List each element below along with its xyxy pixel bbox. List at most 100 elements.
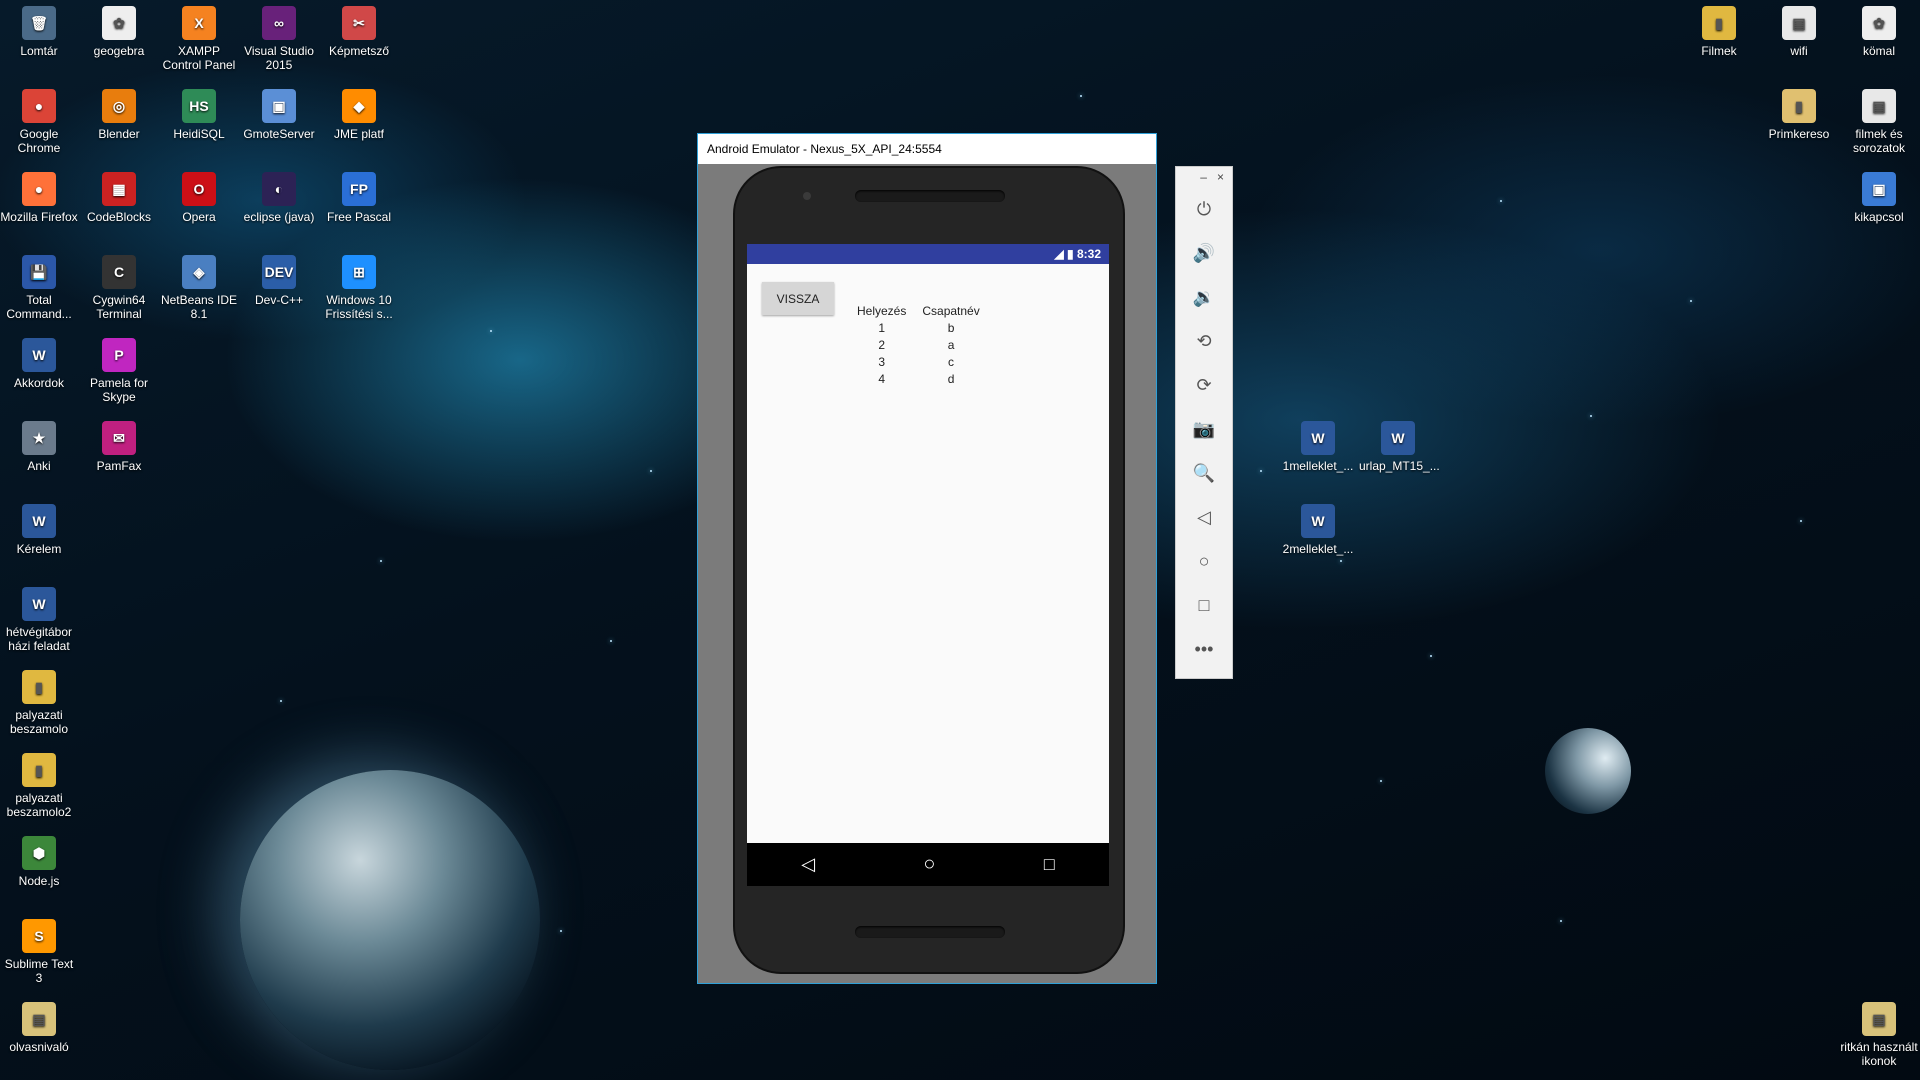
- desktop-icon-label: urlap_MT15_...: [1359, 459, 1440, 473]
- desktop-icon[interactable]: ∞ Visual Studio 2015: [240, 0, 318, 72]
- desktop-icon-label: Kérelem: [16, 542, 62, 556]
- volume-down-icon[interactable]: 🔉: [1176, 275, 1232, 319]
- desktop-icon[interactable]: 💾 Total Command...: [0, 249, 78, 321]
- desktop-icon[interactable]: ✿ geogebra: [80, 0, 158, 58]
- desktop-icon[interactable]: X XAMPP Control Panel: [160, 0, 238, 72]
- desktop-icon-image: S: [22, 919, 56, 953]
- table-row: 3c: [849, 353, 988, 370]
- desktop-icon[interactable]: C Cygwin64 Terminal: [80, 249, 158, 321]
- desktop-icon[interactable]: ◈ NetBeans IDE 8.1: [160, 249, 238, 321]
- close-button[interactable]: ×: [1217, 167, 1224, 187]
- camera-icon[interactable]: 📷: [1176, 407, 1232, 451]
- overview-icon[interactable]: □: [1176, 583, 1232, 627]
- emulator-window[interactable]: Android Emulator - Nexus_5X_API_24:5554 …: [697, 133, 1157, 984]
- rotate-right-icon[interactable]: ⟳: [1176, 363, 1232, 407]
- power-icon[interactable]: ⏻: [1176, 187, 1232, 231]
- desktop-icon[interactable]: Whétvégitábor házi feladat: [0, 581, 78, 653]
- emulator-toolbar: – × ⏻ 🔊 🔉 ⟲ ⟳ 📷 🔍 ◁ ○ □ •••: [1175, 166, 1233, 679]
- desktop-icon[interactable]: W 1melleklet_...: [1279, 415, 1357, 473]
- signal-icon: ◢: [1054, 247, 1064, 261]
- home-icon[interactable]: ○: [1176, 539, 1232, 583]
- desktop-icon[interactable]: ▮ Filmek: [1680, 0, 1758, 58]
- desktop-icon-label: 1melleklet_...: [1282, 459, 1354, 473]
- nav-recents-icon[interactable]: □: [1044, 854, 1055, 875]
- desktop-icon[interactable]: ◐ eclipse (java): [240, 166, 318, 224]
- desktop-icon-label: Visual Studio 2015: [244, 44, 314, 72]
- desktop-icon[interactable]: HS HeidiSQL: [160, 83, 238, 141]
- desktop-icon[interactable]: DEV Dev-C++: [240, 249, 318, 307]
- desktop-icon[interactable]: ✂ Képmetsző: [320, 0, 398, 58]
- desktop-icon-label: Lomtár: [20, 44, 58, 58]
- desktop-icon-image: ✂: [342, 6, 376, 40]
- desktop-icon[interactable]: W Kérelem: [0, 498, 78, 556]
- vissza-button[interactable]: VISSZA: [762, 282, 834, 315]
- desktop-icon[interactable]: ◎ Blender: [80, 83, 158, 141]
- desktop-icon[interactable]: ⬢ Node.js: [0, 830, 78, 888]
- desktop-icon-label: Opera: [182, 210, 216, 224]
- android-nav-bar: ◁ ○ □: [747, 843, 1109, 886]
- desktop-icon[interactable]: ▤ ritkán használt ikonok: [1840, 996, 1918, 1068]
- volume-up-icon[interactable]: 🔊: [1176, 231, 1232, 275]
- desktop-icon[interactable]: ★ Anki: [0, 415, 78, 473]
- minimize-button[interactable]: –: [1200, 167, 1207, 187]
- desktop-icon[interactable]: FP Free Pascal: [320, 166, 398, 224]
- phone-screen[interactable]: ◢ ▮ 8:32 VISSZA Helyezés Csapatnév 1b 2a…: [747, 244, 1109, 886]
- desktop-icon[interactable]: W 2melleklet_...: [1279, 498, 1357, 556]
- desktop-icon-image: W: [1381, 421, 1415, 455]
- desktop-icon-image: W: [22, 587, 56, 621]
- more-icon[interactable]: •••: [1176, 627, 1232, 671]
- desktop-icon[interactable]: ✿ kömal: [1840, 0, 1918, 58]
- desktop-icon[interactable]: Wurlap_MT15_...: [1359, 415, 1440, 473]
- zoom-icon[interactable]: 🔍: [1176, 451, 1232, 495]
- emulator-title-bar[interactable]: Android Emulator - Nexus_5X_API_24:5554: [698, 134, 1156, 164]
- desktop-icon[interactable]: ▮ Primkereso: [1760, 83, 1838, 141]
- desktop-icon-image: 💾: [22, 255, 56, 289]
- desktop-icon-image: W: [1301, 504, 1335, 538]
- desktop-icon-label: HeidiSQL: [173, 127, 225, 141]
- desktop-icon-image: ⊞: [342, 255, 376, 289]
- desktop-icon-label: Képmetsző: [328, 44, 390, 58]
- desktop-icon[interactable]: ▤ filmek és sorozatok: [1840, 83, 1918, 155]
- desktop-icon-image: ●: [22, 172, 56, 206]
- desktop-icon-label: PamFax: [96, 459, 142, 473]
- cell-team: a: [947, 337, 955, 352]
- rotate-left-icon[interactable]: ⟲: [1176, 319, 1232, 363]
- desktop-icon-label: Dev-C++: [254, 293, 304, 307]
- nav-back-icon[interactable]: ◁: [801, 854, 815, 875]
- desktop-icon-image: ✿: [1862, 6, 1896, 40]
- desktop-icon[interactable]: ▤ wifi: [1760, 0, 1838, 58]
- desktop-icon-image: ✿: [102, 6, 136, 40]
- desktop-icon[interactable]: W Akkordok: [0, 332, 78, 390]
- desktop-icon[interactable]: O Opera: [160, 166, 238, 224]
- desktop-icon-label: Google Chrome: [17, 127, 61, 155]
- desktop-icon[interactable]: ▣ GmoteServer: [240, 83, 318, 141]
- desktop-icon-label: Total Command...: [6, 293, 72, 321]
- desktop-icon-image: ◎: [102, 89, 136, 123]
- desktop-icon-image: 🗑: [22, 6, 56, 40]
- desktop-icon[interactable]: ✉ PamFax: [80, 415, 158, 473]
- desktop-icon[interactable]: ● Google Chrome: [0, 83, 78, 155]
- desktop-icon[interactable]: ▣ kikapcsol: [1840, 166, 1918, 224]
- desktop-icon-label: ritkán használt ikonok: [1840, 1040, 1918, 1068]
- nav-home-icon[interactable]: ○: [923, 853, 935, 876]
- desktop-icon[interactable]: ▤ olvasnivaló: [0, 996, 78, 1054]
- cell-team: c: [948, 354, 955, 369]
- desktop-icon-label: palyazati beszamolo2: [6, 791, 72, 819]
- desktop-icon[interactable]: S Sublime Text 3: [0, 913, 78, 985]
- desktop-icon[interactable]: P Pamela for Skype: [80, 332, 158, 404]
- desktop-icon[interactable]: ▮ palyazati beszamolo2: [0, 747, 78, 819]
- back-icon[interactable]: ◁: [1176, 495, 1232, 539]
- desktop-icon-image: ★: [22, 421, 56, 455]
- desktop-icon[interactable]: ● Mozilla Firefox: [0, 166, 78, 224]
- desktop-icon-image: ✉: [102, 421, 136, 455]
- desktop-icon[interactable]: ◆ JME platf: [320, 83, 398, 141]
- desktop-icon[interactable]: ▦ CodeBlocks: [80, 166, 158, 224]
- bottom-speaker: [855, 926, 1005, 938]
- desktop-icon-label: geogebra: [93, 44, 145, 58]
- desktop-icon[interactable]: 🗑 Lomtár: [0, 0, 78, 58]
- desktop-icon[interactable]: ⊞ Windows 10 Frissítési s...: [320, 249, 398, 321]
- desktop-icon-image: W: [1301, 421, 1335, 455]
- desktop-icon[interactable]: ▮ palyazati beszamolo: [0, 664, 78, 736]
- table-row: 4d: [849, 370, 988, 387]
- desktop-icon-label: GmoteServer: [243, 127, 315, 141]
